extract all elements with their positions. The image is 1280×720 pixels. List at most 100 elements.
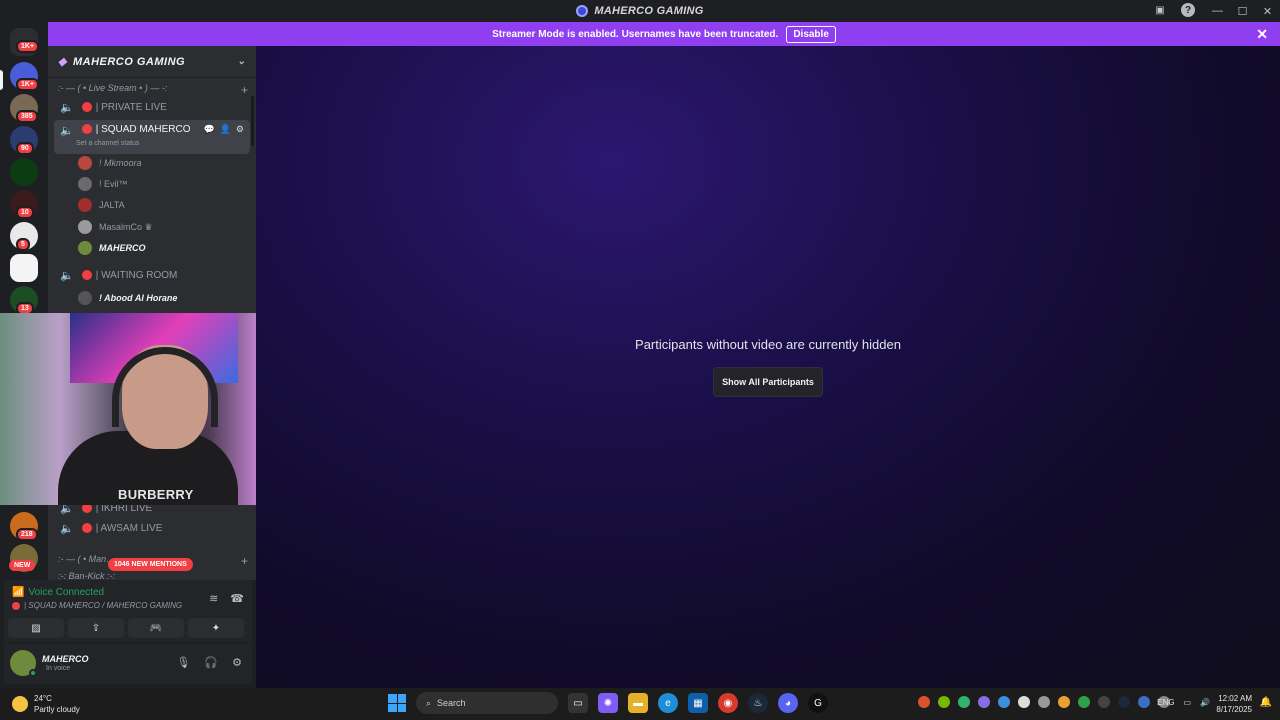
- new-mentions-pill[interactable]: 1046 NEW MENTIONS: [108, 558, 193, 571]
- microphone-icon[interactable]: 🎙: [176, 656, 190, 669]
- tray-app-icon[interactable]: [1138, 696, 1150, 708]
- tray-app-icon[interactable]: [1058, 696, 1070, 708]
- server-badge: 5: [16, 238, 30, 251]
- live-dot-icon: [81, 523, 92, 533]
- system-indicators[interactable]: ENG ▭ 🔊: [1157, 698, 1210, 707]
- server-icon[interactable]: [10, 254, 38, 282]
- disable-streamer-mode-button[interactable]: Disable: [786, 25, 836, 43]
- tray-app-icon[interactable]: [1098, 696, 1110, 708]
- speaker-icon: 🔈: [60, 125, 74, 137]
- voice-member[interactable]: ! Mkmoora: [78, 154, 142, 172]
- maximize-button[interactable]: ☐: [1230, 5, 1255, 18]
- taskbar-search[interactable]: ⌕ Search: [416, 692, 558, 714]
- server-badge: 1K+: [16, 78, 40, 91]
- server-badge: 218: [16, 528, 38, 541]
- store-icon[interactable]: ▦: [688, 693, 708, 713]
- voice-member[interactable]: ! Abood Al Horane: [78, 289, 177, 307]
- system-tray: [918, 696, 1170, 708]
- voice-channel-waiting-room[interactable]: 🔈 | WAITING ROOM: [54, 265, 250, 285]
- clock[interactable]: 12:02 AM 8/17/2025: [1216, 693, 1252, 715]
- live-dot-icon: [81, 270, 92, 280]
- language-indicator[interactable]: ENG: [1157, 698, 1174, 707]
- username[interactable]: MAHERCO: [42, 654, 89, 664]
- voice-member[interactable]: JALTA: [78, 196, 125, 214]
- steam-tray-icon[interactable]: [1118, 696, 1130, 708]
- voice-member[interactable]: MAHERCO: [78, 239, 146, 257]
- voice-connected-status[interactable]: 📶 Voice Connected: [12, 587, 104, 598]
- tray-app-icon[interactable]: [918, 696, 930, 708]
- file-explorer-icon[interactable]: ▬: [628, 693, 648, 713]
- speaker-icon: 🔈: [60, 269, 74, 282]
- close-banner-icon[interactable]: ✕: [1256, 26, 1268, 43]
- scrollbar[interactable]: [251, 96, 254, 146]
- start-button[interactable]: [388, 694, 406, 712]
- voice-channel-awsam-live[interactable]: 🔈 | AWSAM LIVE: [54, 518, 250, 538]
- logitech-icon[interactable]: G: [808, 693, 828, 713]
- activity-button[interactable]: 🎮: [128, 618, 184, 638]
- server-badge: 10: [16, 206, 34, 219]
- streamer-mode-banner: Streamer Mode is enabled. Usernames have…: [48, 22, 1280, 46]
- steam-icon[interactable]: ♨: [748, 693, 768, 713]
- screen-share-button[interactable]: ⇪: [68, 618, 124, 638]
- server-logo-icon: [576, 5, 589, 17]
- gear-icon[interactable]: ⚙: [236, 124, 244, 135]
- webcam-overlay: BURBERRY: [0, 313, 297, 505]
- network-icon[interactable]: ▭: [1183, 698, 1191, 707]
- avatar: [78, 177, 92, 191]
- category-ban-kick[interactable]: :-: Ban-Kick :-:: [58, 571, 248, 580]
- hidden-participants-message: Participants without video are currently…: [635, 337, 901, 352]
- copilot-icon[interactable]: ✺: [598, 693, 618, 713]
- help-icon[interactable]: ?: [1181, 3, 1195, 17]
- discord-icon[interactable]: ◕: [778, 693, 798, 713]
- tray-app-icon[interactable]: [1018, 696, 1030, 708]
- live-dot-icon: [81, 124, 92, 134]
- voice-channel-private-live[interactable]: 🔈 | PRIVATE LIVE: [54, 97, 250, 117]
- task-view-icon[interactable]: ▭: [568, 693, 588, 713]
- window-title: MAHERCO GAMING: [576, 5, 703, 17]
- noise-suppression-icon[interactable]: ≋: [209, 592, 218, 605]
- server-icon[interactable]: [10, 158, 38, 186]
- chat-icon[interactable]: 💬: [203, 124, 214, 135]
- camera-button[interactable]: ▨: [8, 618, 64, 638]
- soundboard-button[interactable]: ✦: [188, 618, 244, 638]
- create-channel-icon[interactable]: +: [241, 83, 248, 97]
- nvidia-icon[interactable]: [938, 696, 950, 708]
- server-boost-icon: ◆: [58, 56, 67, 68]
- weather-icon: [12, 696, 28, 712]
- voice-stage: Participants without video are currently…: [256, 46, 1280, 688]
- chevron-down-icon[interactable]: ⌄: [237, 56, 246, 67]
- inbox-icon[interactable]: ▣: [1153, 3, 1167, 17]
- weather-widget[interactable]: 24°C Partly cloudy: [12, 693, 80, 715]
- category-live-stream[interactable]: :- — ( • Live Stream • ) — -: +: [58, 83, 248, 97]
- channel-status[interactable]: Set a channel status: [76, 140, 139, 147]
- server-badge: 1K+: [16, 40, 40, 53]
- chrome-icon[interactable]: ◉: [718, 693, 738, 713]
- headphones-icon[interactable]: 🎧: [204, 656, 218, 669]
- search-icon: ⌕: [426, 697, 432, 708]
- avatar: [78, 220, 92, 234]
- avatar: [78, 198, 92, 212]
- voice-channel-squad-maherco[interactable]: 🔈 | SQUAD MAHERCO 💬 👤 ⚙ Set a channel st…: [54, 120, 250, 154]
- tray-app-icon[interactable]: [978, 696, 990, 708]
- disconnect-icon[interactable]: ☎: [230, 592, 244, 605]
- edge-icon[interactable]: e: [658, 693, 678, 713]
- selected-server-pill: [0, 70, 3, 90]
- show-all-participants-button[interactable]: Show All Participants: [713, 367, 823, 397]
- server-header[interactable]: ◆ MAHERCO GAMING ⌄: [48, 46, 256, 78]
- create-channel-icon[interactable]: +: [241, 554, 248, 568]
- voice-location[interactable]: | SQUAD MAHERCO / MAHERCO GAMING: [12, 601, 182, 610]
- notification-bell-icon[interactable]: 🔔: [1260, 697, 1272, 708]
- minimize-button[interactable]: —: [1205, 5, 1230, 17]
- tray-app-icon[interactable]: [1038, 696, 1050, 708]
- voice-member[interactable]: ! Evil™: [78, 175, 128, 193]
- close-window-button[interactable]: ✕: [1255, 5, 1280, 18]
- volume-icon[interactable]: 🔊: [1200, 698, 1210, 707]
- gear-icon[interactable]: ⚙: [232, 656, 242, 669]
- tray-app-icon[interactable]: [958, 696, 970, 708]
- user-panel: MAHERCO In voice 🎙 🎧 ⚙: [4, 644, 252, 684]
- tray-app-icon[interactable]: [1078, 696, 1090, 708]
- invite-icon[interactable]: 👤: [220, 124, 231, 135]
- title-bar: MAHERCO GAMING ▣ ? — ☐ ✕: [0, 0, 1280, 22]
- tray-app-icon[interactable]: [998, 696, 1010, 708]
- voice-member[interactable]: MasalmCo ♛: [78, 218, 153, 236]
